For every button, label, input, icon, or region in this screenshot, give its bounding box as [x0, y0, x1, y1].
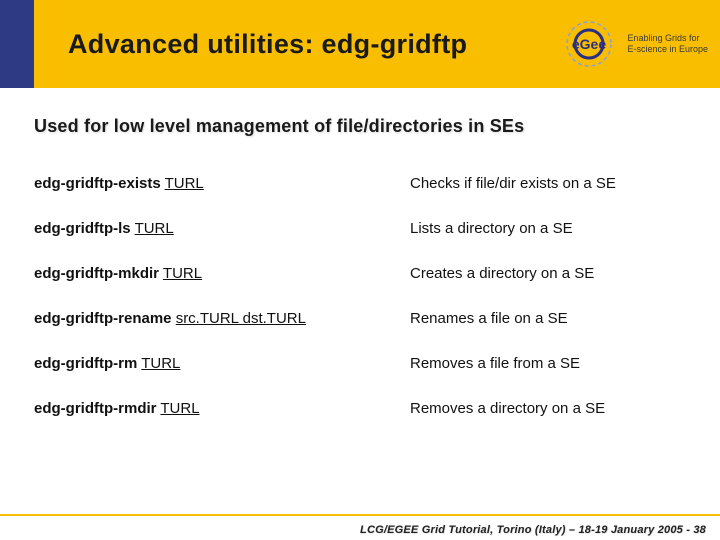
brand-tagline-1: Enabling Grids for — [627, 33, 708, 44]
header-accent-stripe — [0, 0, 34, 88]
command-cell: edg-gridftp-exists TURL — [34, 175, 410, 192]
header-bar: Advanced utilities: edg-gridftp eGee Ena… — [0, 0, 720, 88]
table-row: edg-gridftp-rename src.TURL dst.TURL Ren… — [34, 296, 686, 341]
command-table: edg-gridftp-exists TURL Checks if file/d… — [34, 161, 686, 431]
command-cell: edg-gridftp-mkdir TURL — [34, 265, 410, 282]
description-cell: Renames a file on a SE — [410, 310, 568, 327]
egee-logo-icon: eGee — [561, 16, 617, 72]
command-cell: edg-gridftp-rm TURL — [34, 355, 410, 372]
description-cell: Checks if file/dir exists on a SE — [410, 175, 616, 192]
svg-text:eGee: eGee — [572, 36, 606, 52]
brand-block: eGee Enabling Grids for E-science in Eur… — [561, 16, 708, 72]
content-area: Used for low level management of file/di… — [0, 88, 720, 431]
description-cell: Creates a directory on a SE — [410, 265, 594, 282]
description-cell: Removes a directory on a SE — [410, 400, 605, 417]
table-row: edg-gridftp-mkdir TURL Creates a directo… — [34, 251, 686, 296]
page-title: Advanced utilities: edg-gridftp — [68, 29, 467, 60]
brand-tagline-2: E-science in Europe — [627, 44, 708, 55]
description-cell: Removes a file from a SE — [410, 355, 580, 372]
brand-tagline: Enabling Grids for E-science in Europe — [627, 33, 708, 55]
footer-text: LCG/EGEE Grid Tutorial, Torino (Italy) –… — [360, 524, 706, 536]
command-cell: edg-gridftp-ls TURL — [34, 220, 410, 237]
table-row: edg-gridftp-exists TURL Checks if file/d… — [34, 161, 686, 206]
lead-text: Used for low level management of file/di… — [34, 116, 686, 137]
table-row: edg-gridftp-rmdir TURL Removes a directo… — [34, 386, 686, 431]
description-cell: Lists a directory on a SE — [410, 220, 573, 237]
footer-rule — [0, 514, 720, 516]
table-row: edg-gridftp-ls TURL Lists a directory on… — [34, 206, 686, 251]
table-row: edg-gridftp-rm TURL Removes a file from … — [34, 341, 686, 386]
command-cell: edg-gridftp-rmdir TURL — [34, 400, 410, 417]
command-cell: edg-gridftp-rename src.TURL dst.TURL — [34, 310, 410, 327]
